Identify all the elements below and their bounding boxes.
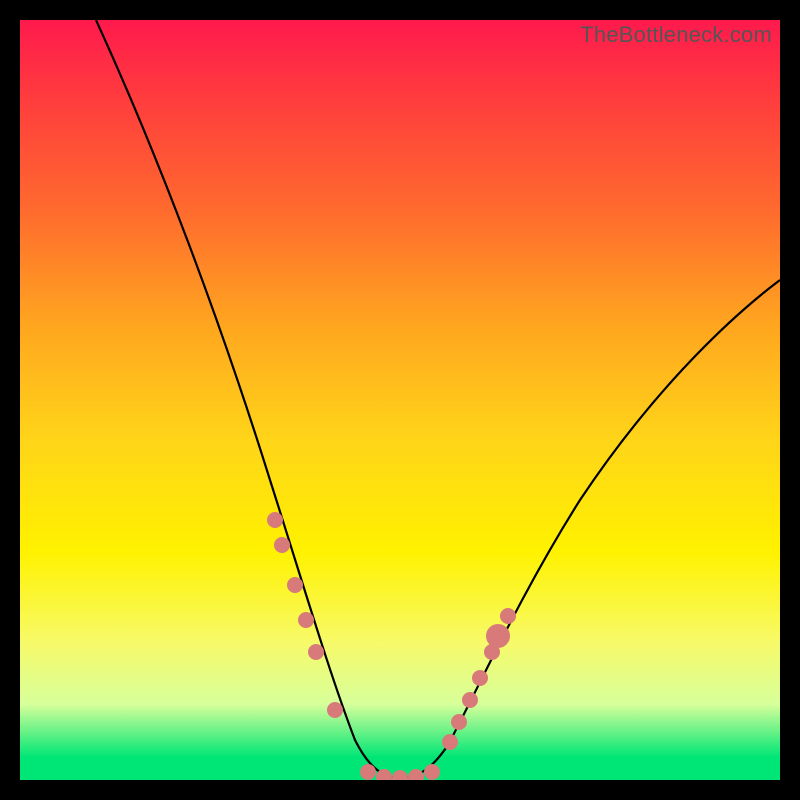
marker-dot bbox=[327, 702, 343, 718]
marker-dot bbox=[442, 734, 458, 750]
marker-dot bbox=[451, 714, 467, 730]
marker-dot bbox=[462, 692, 478, 708]
curve-layer bbox=[20, 20, 780, 780]
marker-dot bbox=[267, 512, 283, 528]
chart-frame: TheBottleneck.com bbox=[0, 0, 800, 800]
marker-dot bbox=[472, 670, 488, 686]
marker-dot bbox=[360, 764, 376, 780]
marker-dot bbox=[408, 769, 424, 780]
marker-dot bbox=[298, 612, 314, 628]
marker-dot bbox=[308, 644, 324, 660]
marker-dot bbox=[486, 624, 510, 648]
marker-dot bbox=[392, 770, 408, 780]
bottleneck-curve bbox=[96, 20, 780, 778]
marker-dot bbox=[274, 537, 290, 553]
marker-dot bbox=[424, 764, 440, 780]
plot-area: TheBottleneck.com bbox=[20, 20, 780, 780]
marker-dot bbox=[500, 608, 516, 624]
marker-dot bbox=[287, 577, 303, 593]
